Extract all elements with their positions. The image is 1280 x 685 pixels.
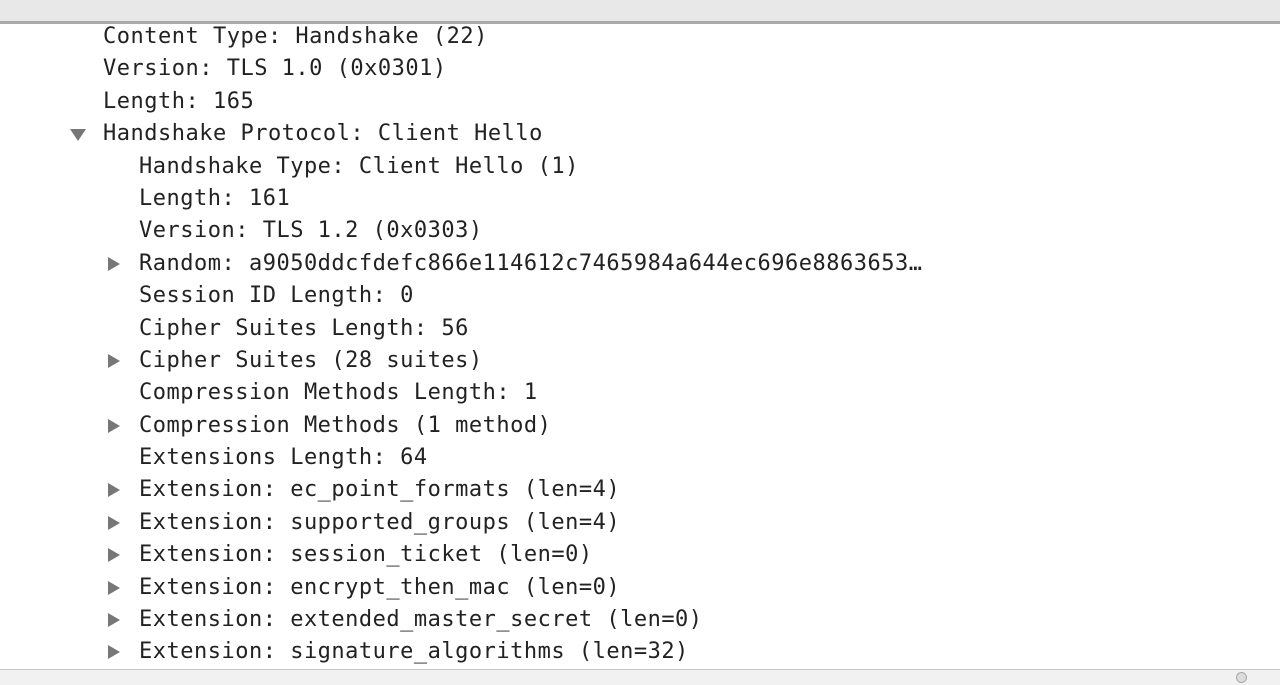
expand-toggle[interactable] (106, 539, 122, 571)
tree-row-extension-supported-groups[interactable]: Extension: supported_groups (len=4) (0, 507, 1280, 539)
tree-row-compression-methods[interactable]: Compression Methods (1 method) (0, 410, 1280, 442)
tree-row-label: Extension: signature_algorithms (len=32) (139, 639, 689, 665)
tree-row-label: Extension: supported_groups (len=4) (139, 509, 621, 535)
tree-row-extension-extended-master-secret[interactable]: Extension: extended_master_secret (len=0… (0, 604, 1280, 636)
tree-row-content-type[interactable]: Content Type: Handshake (22) (0, 21, 1280, 53)
resize-grip-icon[interactable] (1236, 672, 1247, 683)
expand-toggle[interactable] (106, 248, 122, 280)
disclosure-triangle-right-icon (108, 515, 120, 530)
disclosure-triangle-right-icon (108, 483, 120, 498)
tree-row-compression-methods-length[interactable]: Compression Methods Length: 1 (0, 377, 1280, 409)
tree-row-label: Extension: extended_master_secret (len=0… (139, 607, 703, 633)
tree-row-label: Compression Methods Length: 1 (139, 380, 538, 406)
expand-toggle[interactable] (69, 118, 86, 150)
tree-row-label: Content Type: Handshake (22) (103, 24, 488, 49)
status-bar (0, 669, 1280, 685)
tree-row-label: Version: TLS 1.0 (0x0301) (103, 56, 447, 82)
tree-row-label: Handshake Type: Client Hello (1) (139, 153, 579, 179)
tree-row-label: Cipher Suites Length: 56 (139, 315, 469, 341)
tree-row-record-version[interactable]: Version: TLS 1.0 (0x0301) (0, 53, 1280, 85)
expand-toggle[interactable] (106, 507, 122, 539)
tree-row-extension-ec-point-formats[interactable]: Extension: ec_point_formats (len=4) (0, 474, 1280, 506)
tree-row-extension-session-ticket[interactable]: Extension: session_ticket (len=0) (0, 539, 1280, 571)
packet-detail-tree: Content Type: Handshake (22) Version: TL… (0, 21, 1280, 669)
tree-row-extensions-length[interactable]: Extensions Length: 64 (0, 442, 1280, 474)
tree-row-extension-signature-algorithms[interactable]: Extension: signature_algorithms (len=32) (0, 636, 1280, 668)
expand-toggle[interactable] (106, 572, 122, 604)
tree-row-record-length[interactable]: Length: 165 (0, 86, 1280, 118)
tree-row-label: Session ID Length: 0 (139, 283, 414, 309)
tree-row-cipher-suites[interactable]: Cipher Suites (28 suites) (0, 345, 1280, 377)
packet-details-pane: Content Type: Handshake (22) Version: TL… (0, 0, 1280, 685)
tree-row-label: Handshake Protocol: Client Hello (103, 121, 543, 147)
tree-row-random[interactable]: Random: a9050ddcfdefc866e114612c7465984a… (0, 248, 1280, 280)
tree-row-handshake-protocol[interactable]: Handshake Protocol: Client Hello (0, 118, 1280, 150)
tree-row-label: Random: a9050ddcfdefc866e114612c7465984a… (139, 250, 923, 276)
tree-row-label: Extension: ec_point_formats (len=4) (139, 477, 621, 503)
tree-row-extension-encrypt-then-mac[interactable]: Extension: encrypt_then_mac (len=0) (0, 572, 1280, 604)
tree-row-handshake-type[interactable]: Handshake Type: Client Hello (1) (0, 151, 1280, 183)
expand-toggle[interactable] (106, 345, 122, 377)
disclosure-triangle-right-icon (108, 580, 120, 595)
tree-row-handshake-length[interactable]: Length: 161 (0, 183, 1280, 215)
disclosure-triangle-down-icon (70, 129, 86, 142)
tree-row-label: Extension: encrypt_then_mac (len=0) (139, 574, 621, 600)
tree-row-label: Extensions Length: 64 (139, 445, 428, 471)
expand-toggle[interactable] (106, 604, 122, 636)
disclosure-triangle-right-icon (108, 418, 120, 433)
disclosure-triangle-right-icon (108, 548, 120, 563)
tree-row-label: Length: 165 (103, 88, 255, 114)
expand-toggle[interactable] (106, 410, 122, 442)
expand-toggle[interactable] (106, 474, 122, 506)
disclosure-triangle-right-icon (108, 613, 120, 628)
tree-row-cipher-suites-length[interactable]: Cipher Suites Length: 56 (0, 313, 1280, 345)
tree-row-label: Version: TLS 1.2 (0x0303) (139, 218, 483, 244)
disclosure-triangle-right-icon (108, 256, 120, 271)
disclosure-triangle-right-icon (108, 645, 120, 660)
tree-row-handshake-version[interactable]: Version: TLS 1.2 (0x0303) (0, 215, 1280, 247)
tree-row-label: Extension: session_ticket (len=0) (139, 542, 593, 568)
disclosure-triangle-right-icon (108, 353, 120, 368)
tree-row-label: Compression Methods (1 method) (139, 412, 552, 438)
tree-row-session-id-length[interactable]: Session ID Length: 0 (0, 280, 1280, 312)
tree-row-label: Cipher Suites (28 suites) (139, 347, 483, 373)
expand-toggle[interactable] (106, 636, 122, 668)
tree-row-label: Length: 161 (139, 185, 291, 211)
